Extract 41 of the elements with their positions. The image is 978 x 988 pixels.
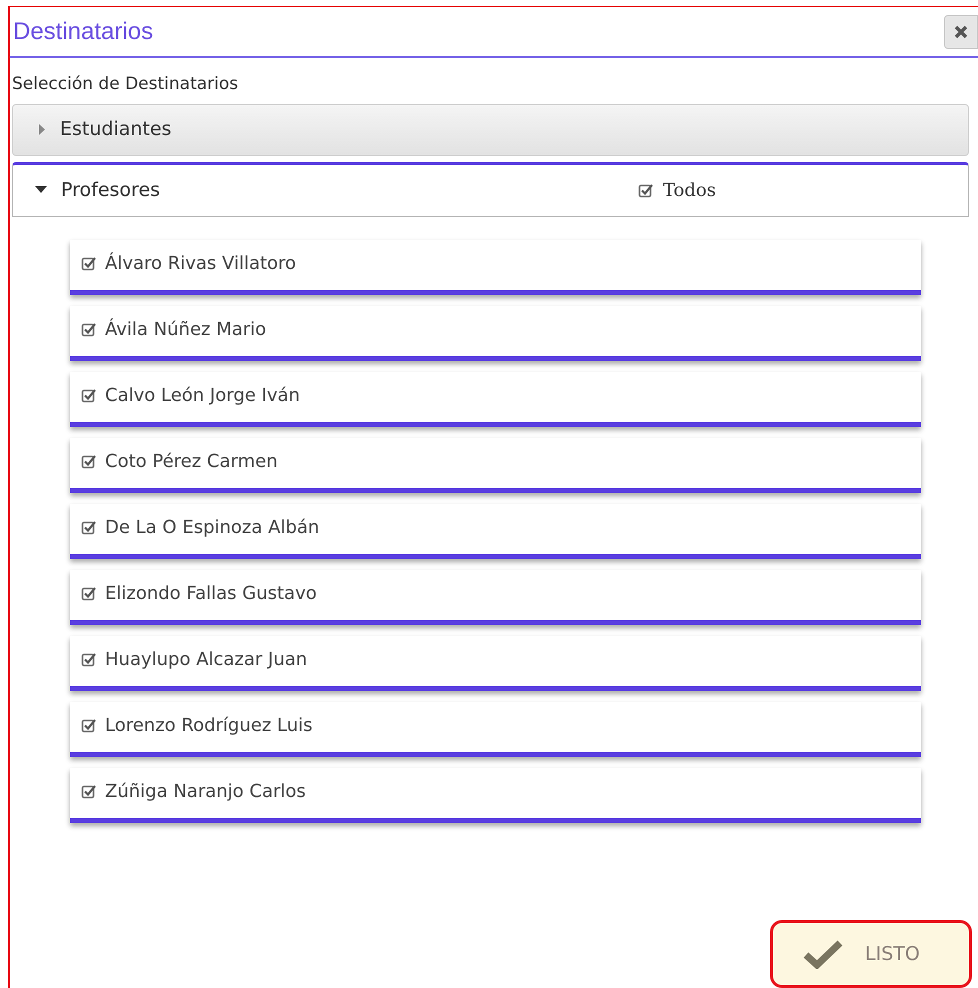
dialog-title: Destinatarios	[13, 16, 154, 46]
recipient-item[interactable]: Coto Pérez Carmen	[70, 438, 921, 492]
checked-checkbox-icon[interactable]	[81, 256, 96, 271]
recipient-name: Zúñiga Naranjo Carlos	[105, 780, 306, 804]
recipient-item[interactable]: De La O Espinoza Albán	[70, 504, 921, 558]
checked-checkbox-icon[interactable]	[81, 652, 96, 667]
recipient-name: Ávila Núñez Mario	[105, 317, 266, 342]
recipient-item[interactable]: Zúñiga Naranjo Carlos	[70, 768, 921, 822]
close-icon	[954, 24, 968, 38]
section-label: Selección de Destinatarios	[12, 73, 238, 96]
recipient-item[interactable]: Lorenzo Rodríguez Luis	[70, 702, 921, 756]
recipient-item[interactable]: Elizondo Fallas Gustavo	[70, 570, 921, 624]
caret-right-icon	[39, 124, 46, 135]
recipient-name: Elizondo Fallas Gustavo	[105, 582, 317, 606]
checked-checkbox-icon[interactable]	[81, 322, 96, 337]
section-title: Estudiantes	[60, 117, 172, 142]
recipient-name: Huaylupo Alcazar Juan	[105, 648, 308, 672]
checked-checkbox-icon[interactable]	[81, 454, 96, 469]
recipient-name: Coto Pérez Carmen	[105, 450, 278, 474]
done-button[interactable]: LISTO	[770, 920, 972, 988]
recipient-name: Álvaro Rivas Villatoro	[105, 251, 296, 276]
caret-down-icon	[35, 186, 47, 194]
checkmark-icon	[803, 939, 843, 969]
checked-checkbox-icon[interactable]	[81, 586, 96, 601]
checked-checkbox-icon[interactable]	[81, 388, 96, 403]
accordion-header[interactable]: Profesores Todos	[12, 162, 969, 216]
accordion-header[interactable]: Estudiantes	[12, 104, 969, 156]
recipient-item[interactable]: Calvo León Jorge Iván	[70, 372, 921, 426]
recipient-item[interactable]: Huaylupo Alcazar Juan	[70, 636, 921, 690]
checked-checkbox-icon[interactable]	[81, 784, 96, 799]
checked-checkbox-icon[interactable]	[81, 718, 96, 733]
checked-checkbox-icon[interactable]	[81, 520, 96, 535]
recipient-item[interactable]: Álvaro Rivas Villatoro	[70, 240, 921, 294]
recipient-name: De La O Espinoza Albán	[105, 516, 320, 540]
close-button[interactable]	[944, 14, 978, 48]
recipient-item[interactable]: Ávila Núñez Mario	[70, 306, 921, 360]
select-all-label: Todos	[662, 178, 716, 202]
section-title: Profesores	[61, 178, 160, 203]
recipient-name: Calvo León Jorge Iván	[105, 384, 300, 408]
recipient-name: Lorenzo Rodríguez Luis	[105, 714, 313, 738]
checked-checkbox-icon[interactable]	[638, 182, 653, 198]
